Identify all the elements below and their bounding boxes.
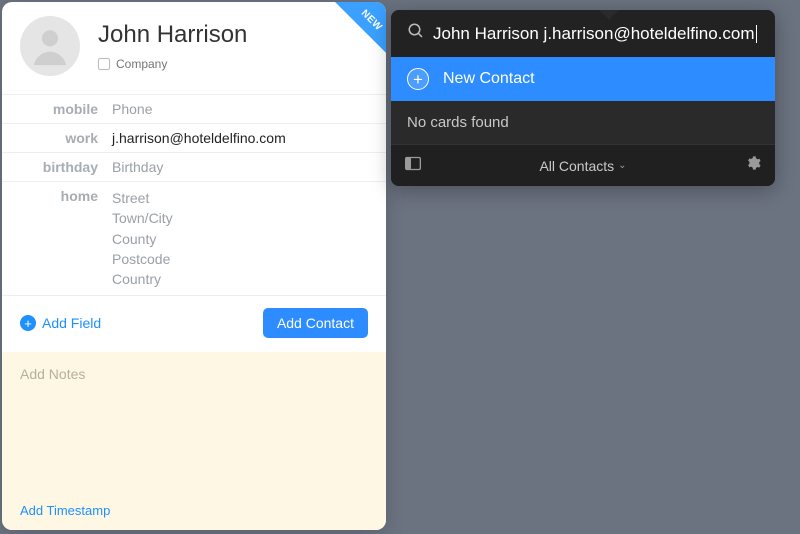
phone-field[interactable]: Phone [112,101,386,117]
chevron-down-icon: ⌄ [618,160,626,171]
fields-list: mobile Phone work j.harrison@hoteldelfin… [2,95,386,295]
new-contact-result[interactable]: + New Contact [391,57,775,101]
contacts-list-dropdown[interactable]: All Contacts ⌄ [539,158,626,174]
search-footer: All Contacts ⌄ [391,144,775,186]
address-field[interactable]: Street Town/City County Postcode Country [112,188,386,289]
card-action-row: + Add Field Add Contact [2,295,386,352]
add-contact-button[interactable]: Add Contact [263,308,368,338]
company-label: Company [116,57,167,71]
birthday-field[interactable]: Birthday [112,159,386,175]
plus-icon: + [407,68,429,90]
search-icon [407,22,425,45]
field-mobile: mobile Phone [2,95,386,123]
field-label[interactable]: birthday [2,159,112,175]
avatar[interactable] [20,16,80,76]
new-contact-label: New Contact [443,70,535,88]
plus-icon: + [20,315,36,331]
add-field-button[interactable]: + Add Field [20,315,101,331]
email-field[interactable]: j.harrison@hoteldelfino.com [112,130,386,146]
search-panel: John Harrison j.harrison@hoteldelfino.co… [391,10,775,186]
field-birthday: birthday Birthday [2,152,386,181]
field-label[interactable]: mobile [2,101,112,117]
contact-card-panel: NEW John Harrison Company mobile Phone w… [2,2,386,530]
notes-placeholder: Add Notes [20,366,368,382]
search-input[interactable]: John Harrison j.harrison@hoteldelfino.co… [433,24,759,44]
add-field-label: Add Field [42,315,101,331]
field-label[interactable]: work [2,130,112,146]
field-label[interactable]: home [2,188,112,204]
field-home: home Street Town/City County Postcode Co… [2,181,386,295]
add-timestamp-button[interactable]: Add Timestamp [20,503,110,518]
company-checkbox[interactable] [98,58,110,70]
field-work: work j.harrison@hoteldelfino.com [2,123,386,152]
sidebar-toggle-icon[interactable] [405,156,421,176]
search-bar: John Harrison j.harrison@hoteldelfino.co… [391,10,775,57]
no-results-label: No cards found [391,101,775,144]
card-header: John Harrison Company [2,2,386,94]
gear-icon[interactable] [745,155,761,176]
person-icon [27,23,73,69]
full-name[interactable]: John Harrison [98,21,368,49]
notes-area[interactable]: Add Notes Add Timestamp [2,352,386,530]
